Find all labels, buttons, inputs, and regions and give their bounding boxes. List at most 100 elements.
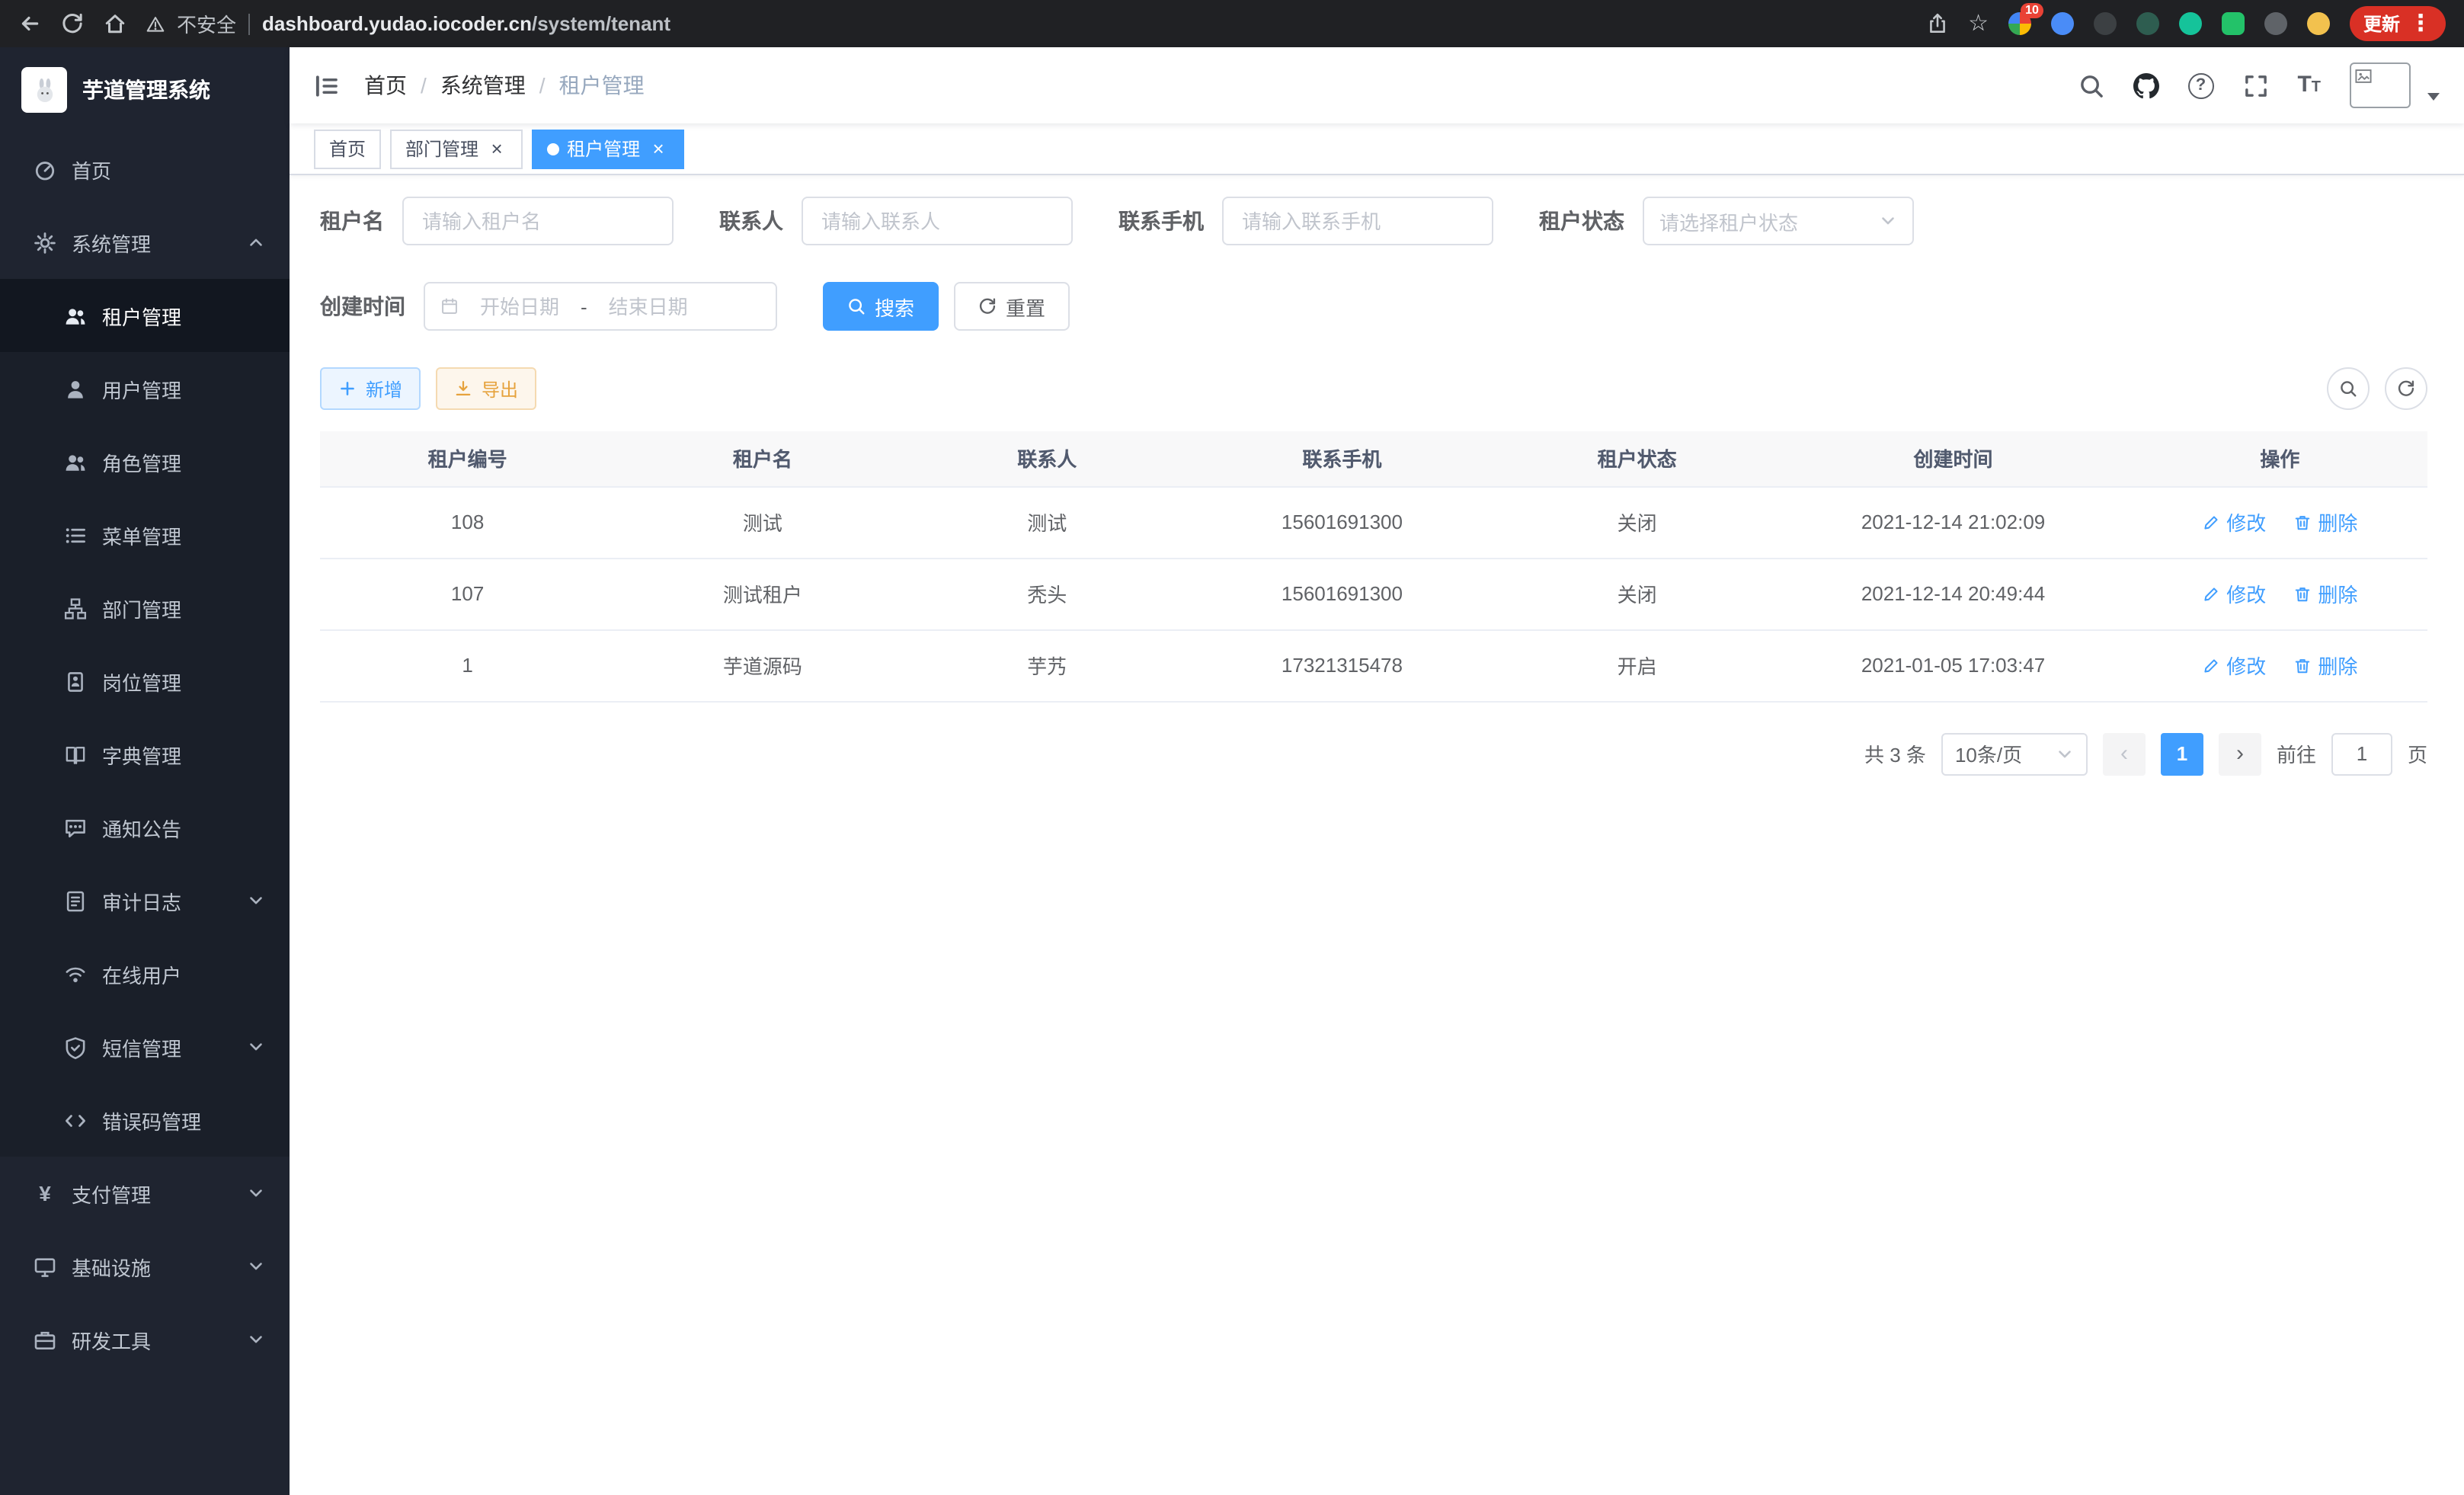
sidebar-item-home[interactable]: 首页 [0,133,290,206]
sidebar-item-label: 研发工具 [72,1325,232,1354]
sidebar-item-payment[interactable]: ¥ 支付管理 [0,1157,290,1230]
puzzle-extension-icon[interactable] [2264,12,2287,35]
tab-home[interactable]: 首页 [314,129,381,168]
sidebar-item-dept[interactable]: 部门管理 [0,571,290,645]
edit-button[interactable]: 修改 [2202,651,2266,680]
sidebar-item-notice[interactable]: 通知公告 [0,791,290,864]
search-button[interactable]: 搜索 [823,282,939,331]
update-button[interactable]: 更新⋮ [2350,6,2446,41]
trash-icon [2293,656,2312,674]
font-size-icon[interactable]: TT [2297,72,2321,99]
bookmark-star-icon[interactable]: ☆ [1968,12,1989,35]
page-number-button[interactable]: 1 [2161,732,2203,775]
github-icon[interactable] [2133,72,2158,98]
fullscreen-icon[interactable] [2242,72,2268,98]
sidebar-item-user[interactable]: 用户管理 [0,352,290,425]
export-button[interactable]: 导出 [436,367,536,410]
reload-icon[interactable] [61,12,84,35]
start-date-input[interactable] [465,295,574,318]
grammarly-extension-icon[interactable] [2179,12,2202,35]
tenant-id-cell: 108 [320,486,615,558]
people-icon [64,450,87,473]
address-bar[interactable]: 不安全 dashboard.yudao.iocoder.cn/system/te… [146,9,1906,38]
contact-input[interactable] [802,197,1073,245]
active-dot [547,142,559,155]
sidebar-toggle-icon[interactable] [314,72,340,98]
sidebar-item-dev-tools[interactable]: 研发工具 [0,1303,290,1376]
status-cell: 关闭 [1500,558,1774,629]
org-tree-icon [64,597,87,619]
next-page-button[interactable]: › [2219,732,2261,775]
delete-button[interactable]: 删除 [2293,579,2357,608]
col-actions: 操作 [2133,431,2427,486]
sidebar-item-system[interactable]: 系统管理 [0,206,290,279]
created-cell: 2021-12-14 21:02:09 [1774,486,2132,558]
user-avatar[interactable] [2350,62,2411,108]
tab-dept[interactable]: 部门管理 × [390,129,523,168]
goto-page-input[interactable] [2331,732,2392,775]
sidebar-item-label: 系统管理 [72,228,232,257]
sidebar-item-role[interactable]: 角色管理 [0,425,290,498]
pencil-icon [2202,513,2220,531]
edit-button[interactable]: 修改 [2202,579,2266,608]
col-tenant-name: 租户名 [615,431,910,486]
sidebar-item-menu[interactable]: 菜单管理 [0,498,290,571]
trash-icon [2293,584,2312,603]
profile-avatar-icon[interactable] [2307,12,2330,35]
globe-extension-icon[interactable] [2094,12,2117,35]
delete-button[interactable]: 删除 [2293,507,2357,536]
edit-button[interactable]: 修改 [2202,507,2266,536]
share-icon[interactable] [1925,12,1948,35]
sidebar-item-label: 审计日志 [102,886,232,915]
chevron-down-icon [247,1257,265,1276]
tenant-name-cell: 测试租户 [615,558,910,629]
delete-button[interactable]: 删除 [2293,651,2357,680]
palette-extension-icon[interactable]: 10 [2008,12,2031,35]
date-range-picker[interactable]: - [424,282,777,331]
help-icon[interactable]: ? [2187,72,2213,98]
sidebar-item-error-code[interactable]: 错误码管理 [0,1084,290,1157]
sidebar-item-label: 菜单管理 [102,520,265,549]
url-text: dashboard.yudao.iocoder.cn/system/tenant [262,12,670,35]
chat-extension-icon[interactable] [2222,12,2245,35]
col-contact: 联系人 [910,431,1184,486]
search-icon[interactable] [2078,72,2104,98]
back-icon[interactable] [18,12,41,35]
add-button[interactable]: 新增 [320,367,421,410]
navbar: 首页 / 系统管理 / 租户管理 ? TT [290,47,2464,123]
end-date-input[interactable] [594,295,703,318]
browser-home-icon[interactable] [104,12,126,35]
tab-tenant[interactable]: 租户管理 × [532,129,684,168]
refresh-table-button[interactable] [2385,367,2427,410]
sidebar-item-audit-log[interactable]: 审计日志 [0,864,290,937]
browser-menu-icon[interactable]: ⋮ [2409,12,2432,35]
table-row: 1 芋道源码 芋艿 17321315478 开启 2021-01-05 17:0… [320,629,2427,701]
breadcrumb-item[interactable]: 首页 [364,70,407,101]
shield-extension-icon[interactable] [2051,12,2074,35]
breadcrumb-item[interactable]: 系统管理 [440,70,526,101]
sidebar-item-dict[interactable]: 字典管理 [0,718,290,791]
briefcase-icon [34,1328,56,1351]
sidebar-item-post[interactable]: 岗位管理 [0,645,290,718]
green-extension-icon[interactable] [2136,12,2159,35]
address-divider [248,13,250,34]
sidebar-item-online-user[interactable]: 在线用户 [0,937,290,1010]
close-tab-icon[interactable]: × [648,138,669,159]
page-size-select[interactable]: 10条/页 [1941,732,2088,775]
refresh-icon [978,297,997,315]
sidebar-item-tenant[interactable]: 租户管理 [0,279,290,352]
sidebar-item-sms[interactable]: 短信管理 [0,1010,290,1084]
tenant-name-input[interactable] [402,197,674,245]
mobile-input[interactable] [1222,197,1493,245]
status-select[interactable]: 请选择租户状态 [1643,197,1914,245]
mobile-cell: 17321315478 [1184,629,1500,701]
sidebar-item-infrastructure[interactable]: 基础设施 [0,1230,290,1303]
col-status: 租户状态 [1500,431,1774,486]
close-tab-icon[interactable]: × [486,138,507,159]
chevron-down-icon [247,1330,265,1349]
caret-down-icon[interactable] [2427,92,2440,100]
toggle-search-button[interactable] [2327,367,2370,410]
breadcrumb-separator: / [421,73,427,98]
reset-button[interactable]: 重置 [954,282,1070,331]
prev-page-button[interactable]: ‹ [2103,732,2146,775]
